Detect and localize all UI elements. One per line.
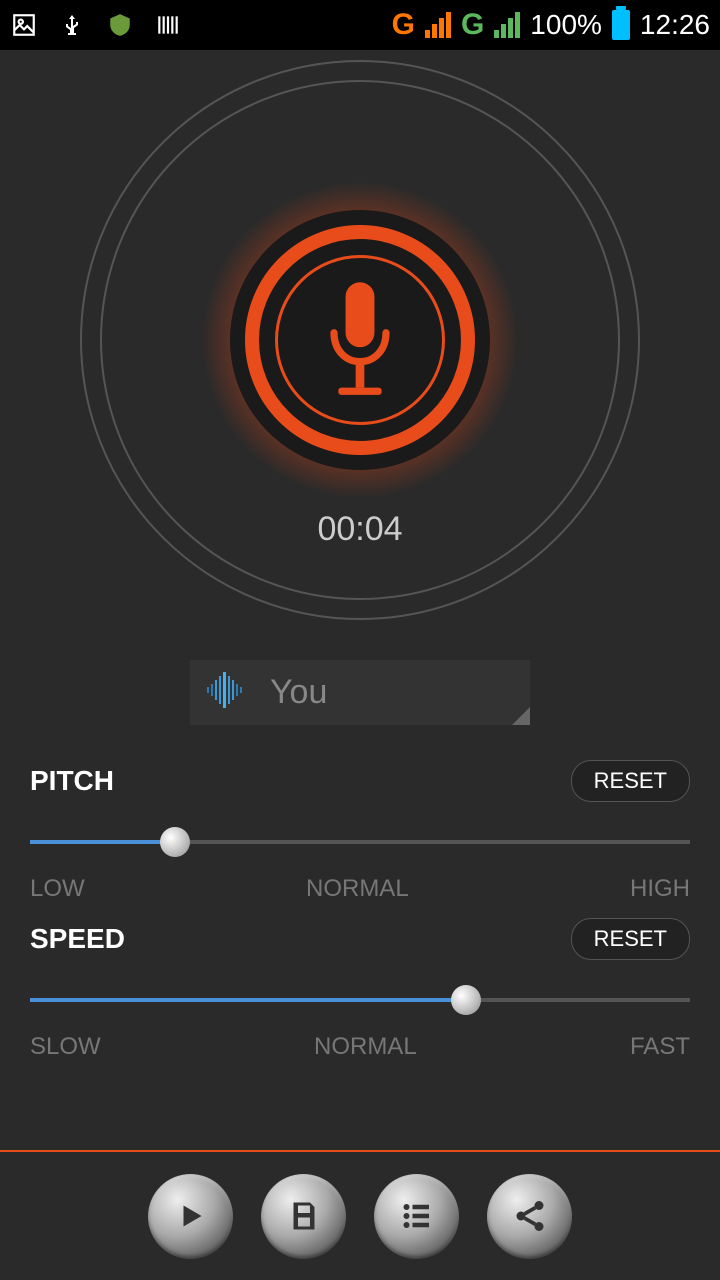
barcode-icon: [154, 11, 182, 39]
waveform-icon: [205, 670, 245, 715]
speed-slider[interactable]: [30, 985, 690, 1015]
share-button[interactable]: [487, 1174, 572, 1259]
voice-select[interactable]: You: [190, 660, 530, 725]
usb-icon: [58, 11, 86, 39]
speed-reset-button[interactable]: RESET: [571, 918, 690, 960]
pitch-min: LOW: [30, 875, 85, 903]
clock-text: 12:26: [640, 9, 710, 41]
speed-range-labels: SLOW NORMAL FAST: [30, 1033, 690, 1061]
status-left: [10, 11, 182, 39]
microphone-icon: [315, 275, 405, 405]
network-g-1: G: [392, 8, 415, 42]
play-button[interactable]: [148, 1174, 233, 1259]
pitch-slider[interactable]: [30, 827, 690, 857]
speed-thumb[interactable]: [451, 985, 481, 1015]
record-container: 00:04: [80, 60, 640, 620]
list-icon: [399, 1198, 435, 1234]
save-button[interactable]: [261, 1174, 346, 1259]
play-icon: [173, 1198, 209, 1234]
pitch-max: HIGH: [630, 875, 690, 903]
pitch-label: PITCH: [30, 765, 114, 797]
status-right: G G 100% 12:26: [392, 8, 710, 42]
signal-icon-1: [425, 12, 451, 38]
record-button[interactable]: [230, 210, 490, 470]
pitch-reset-button[interactable]: RESET: [571, 760, 690, 802]
save-icon: [286, 1198, 322, 1234]
battery-text: 100%: [530, 9, 602, 41]
network-g-2: G: [461, 8, 484, 42]
picture-icon: [10, 11, 38, 39]
main-area: 00:04 You PITCH RESET: [0, 60, 720, 1160]
signal-icon-2: [494, 12, 520, 38]
speed-label: SPEED: [30, 923, 125, 955]
speed-mid: NORMAL: [314, 1033, 417, 1061]
speed-row: SPEED RESET: [30, 918, 690, 960]
shield-icon: [106, 11, 134, 39]
voice-name: You: [270, 673, 327, 712]
recording-timer: 00:04: [80, 510, 640, 549]
status-bar: G G 100% 12:26: [0, 0, 720, 50]
pitch-thumb[interactable]: [160, 827, 190, 857]
speed-min: SLOW: [30, 1033, 101, 1061]
pitch-row: PITCH RESET: [30, 760, 690, 802]
bottom-toolbar: [0, 1150, 720, 1280]
list-button[interactable]: [374, 1174, 459, 1259]
controls-panel: PITCH RESET LOW NORMAL HIGH SPEED RESET …: [0, 725, 720, 1061]
speed-max: FAST: [630, 1033, 690, 1061]
share-icon: [512, 1198, 548, 1234]
pitch-mid: NORMAL: [306, 875, 409, 903]
pitch-range-labels: LOW NORMAL HIGH: [30, 875, 690, 903]
battery-icon: [612, 10, 630, 40]
